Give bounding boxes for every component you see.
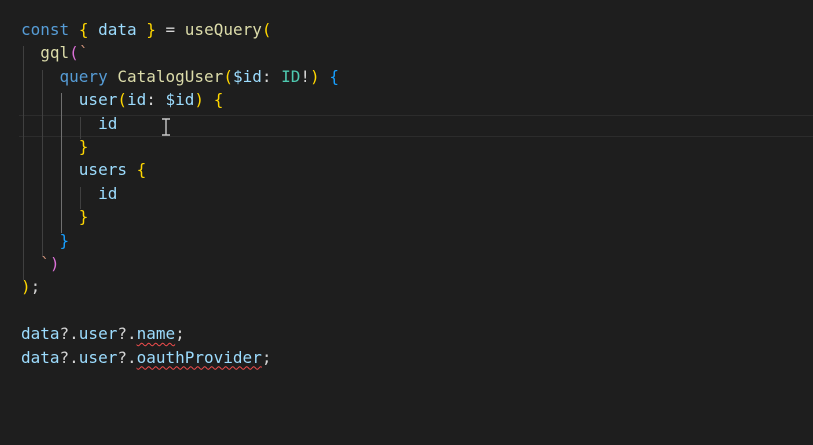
code-token: id [98, 113, 118, 133]
code-token: ( [223, 66, 233, 86]
code-token: ! [300, 66, 311, 86]
code-token: ?. [117, 324, 137, 344]
code-token: : [146, 90, 166, 110]
code-token: id [126, 90, 147, 110]
code-token-error: name [136, 324, 176, 344]
code-token: } [78, 207, 89, 227]
code-token: ( [69, 43, 79, 63]
code-line[interactable]: id [21, 182, 117, 205]
code-line[interactable]: `) [21, 252, 60, 275]
code-token: data [21, 347, 60, 367]
code-token: users [78, 160, 127, 180]
code-token: } [78, 137, 89, 156]
code-token: = [155, 20, 185, 39]
code-line[interactable]: data?.user?.oauthProvider; [21, 346, 271, 369]
code-token: ; [30, 277, 41, 297]
code-token: data [21, 324, 60, 344]
code-token: id [98, 183, 118, 203]
code-token: $id [165, 90, 195, 110]
code-token: const [21, 20, 70, 39]
code-token: } [146, 20, 156, 39]
code-token: ; [261, 347, 272, 367]
code-token: user [78, 90, 118, 110]
code-token: ) [310, 66, 320, 86]
code-token: ( [117, 90, 127, 110]
code-token: { [213, 90, 224, 110]
code-token: useQuery [184, 20, 262, 39]
code-token: ` [78, 43, 89, 63]
code-token: ` [40, 254, 50, 273]
code-line[interactable]: id [21, 112, 117, 135]
code-line[interactable]: user(id: $id) { [21, 88, 224, 111]
code-token: } [59, 230, 70, 250]
code-token: $id [232, 66, 262, 86]
code-token-error: oauthProvider [136, 347, 262, 367]
code-token: { [78, 20, 89, 39]
code-token: ) [21, 277, 31, 297]
text-cursor-ibeam-icon [162, 118, 170, 136]
code-line[interactable]: } [21, 205, 89, 228]
code-token: query [59, 66, 108, 86]
code-editor[interactable]: const { data } = useQuery( gql(` query C… [0, 0, 813, 445]
code-token: gql [40, 43, 70, 63]
code-token: user [78, 324, 118, 344]
code-line[interactable]: users { [21, 158, 146, 181]
code-line[interactable]: query CatalogUser($id: ID!) { [21, 65, 339, 88]
code-line[interactable]: } [21, 229, 70, 252]
code-token: ?. [59, 347, 79, 367]
code-token: : [261, 66, 282, 86]
code-line[interactable]: data?.user?.name; [21, 322, 185, 345]
code-token: { [329, 66, 339, 86]
code-token: { [136, 160, 147, 180]
code-line[interactable]: } [21, 135, 89, 158]
code-token: ) [49, 254, 60, 273]
code-token: data [88, 20, 147, 39]
code-token: user [78, 347, 118, 367]
code-token: ) [194, 90, 205, 110]
code-line[interactable]: gql(` [21, 41, 88, 64]
code-token: CatalogUser [117, 66, 224, 86]
current-line-highlight [19, 115, 813, 137]
code-token: ?. [59, 324, 79, 344]
code-token: ; [175, 324, 185, 344]
code-line[interactable]: const { data } = useQuery( [21, 18, 272, 41]
code-token: ?. [117, 347, 137, 367]
code-token: ID [281, 66, 301, 86]
code-line[interactable]: ); [21, 275, 40, 298]
code-token: ( [261, 20, 272, 39]
